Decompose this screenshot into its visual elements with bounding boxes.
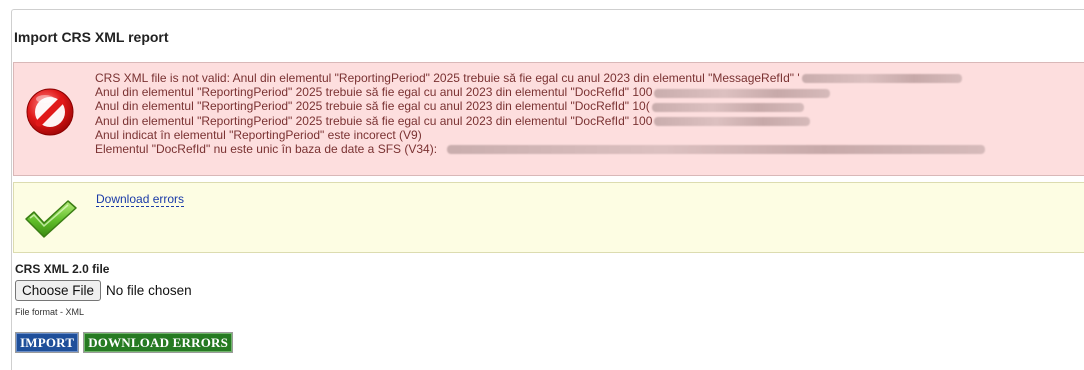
redacted-text	[447, 145, 986, 155]
success-message-box: Download errors	[13, 182, 1084, 253]
file-input[interactable]: Choose File No file chosen	[15, 279, 192, 301]
checkmark-icon	[25, 200, 77, 238]
choose-file-button[interactable]: Choose File	[15, 279, 102, 301]
forbidden-icon	[26, 88, 74, 136]
download-errors-button[interactable]: DOWNLOAD ERRORS	[83, 332, 234, 353]
download-errors-link[interactable]: Download errors	[96, 192, 185, 207]
action-buttons: IMPORT DOWNLOAD ERRORS	[15, 332, 234, 353]
page-title: Import CRS XML report	[14, 29, 169, 45]
import-button[interactable]: IMPORT	[15, 332, 80, 353]
error-message-box: CRS XML file is not valid: Anul din elem…	[13, 62, 1084, 176]
file-field-label: CRS XML 2.0 file	[15, 262, 110, 276]
error-line: Anul din elementul "ReportingPeriod" 202…	[95, 85, 985, 99]
redacted-text	[654, 88, 831, 98]
redacted-text	[801, 74, 962, 84]
error-line: Anul din elementul "ReportingPeriod" 202…	[95, 114, 985, 128]
error-line: Anul din elementul "ReportingPeriod" 202…	[95, 99, 985, 113]
redacted-text	[654, 116, 811, 126]
redacted-text	[651, 102, 804, 112]
file-format-hint: File format - XML	[15, 307, 85, 317]
file-status: No file chosen	[106, 282, 192, 298]
error-line: Elementul "DocRefId" nu este unic în baz…	[95, 142, 986, 156]
error-line: CRS XML file is not valid: Anul din elem…	[95, 71, 985, 85]
error-line: Anul indicat în elementul "ReportingPeri…	[95, 127, 422, 142]
error-lines: CRS XML file is not valid: Anul din elem…	[95, 71, 986, 156]
